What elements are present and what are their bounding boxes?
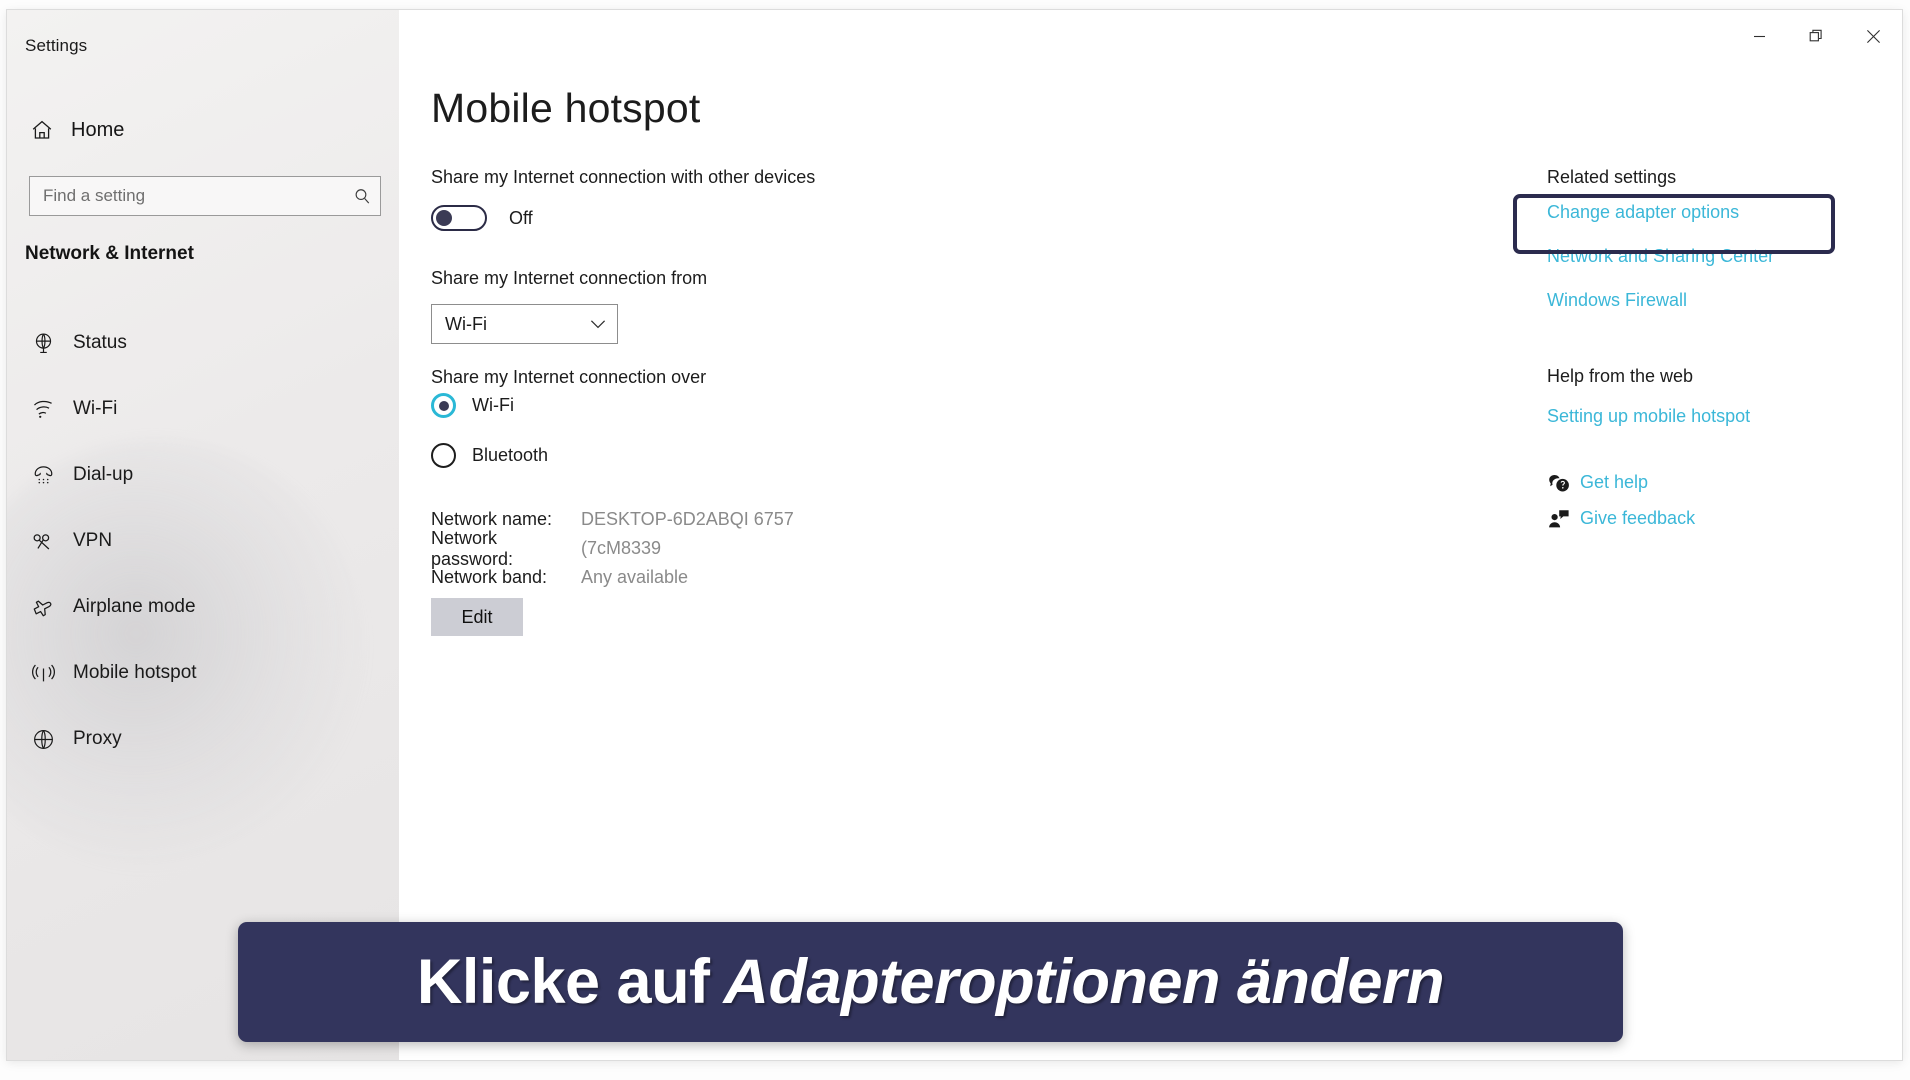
dialup-phone-icon bbox=[21, 463, 65, 488]
share-from-label: Share my Internet connection from bbox=[431, 268, 708, 288]
main-content: Mobile hotspot Share my Internet connect… bbox=[399, 10, 1902, 1060]
radio-option-wifi-label: Wi-Fi bbox=[472, 395, 514, 415]
airplane-icon bbox=[21, 595, 65, 620]
vpn-key-icon bbox=[21, 529, 65, 554]
sidebar-item-vpn-label: VPN bbox=[73, 530, 113, 551]
instruction-banner: Klicke auf Adapteroptionen ändern bbox=[238, 922, 1623, 1042]
radio-option-wifi[interactable]: Wi-Fi bbox=[431, 393, 514, 418]
link-get-help[interactable]: Get help bbox=[1542, 472, 1648, 493]
window-controls bbox=[1731, 10, 1902, 62]
sidebar-item-status-label: Status bbox=[73, 332, 127, 353]
minimize-icon[interactable] bbox=[1731, 10, 1788, 62]
detail-key: Network band: bbox=[431, 567, 548, 587]
screen: Settings Home Find a setting Network & I… bbox=[0, 0, 1910, 1080]
radio-option-bluetooth[interactable]: Bluetooth bbox=[431, 443, 548, 468]
chevron-down-icon bbox=[579, 319, 617, 330]
sidebar-item-home[interactable]: Home bbox=[21, 108, 373, 152]
sidebar-item-mobile-hotspot-label: Mobile hotspot bbox=[73, 662, 197, 683]
detail-value: Any available bbox=[581, 567, 689, 587]
radio-unselected-icon bbox=[431, 443, 456, 468]
sidebar-item-mobile-hotspot[interactable]: Mobile hotspot bbox=[7, 640, 399, 706]
link-give-feedback-label: Give feedback bbox=[1580, 508, 1696, 528]
sidebar-item-dialup[interactable]: Dial-up bbox=[7, 442, 399, 508]
sidebar-item-proxy-label: Proxy bbox=[73, 728, 122, 749]
radio-option-bluetooth-label: Bluetooth bbox=[472, 445, 549, 465]
link-windows-firewall[interactable]: Windows Firewall bbox=[1547, 290, 1687, 311]
close-icon[interactable] bbox=[1845, 10, 1902, 62]
sidebar-item-dialup-label: Dial-up bbox=[73, 464, 134, 485]
radio-selected-icon bbox=[431, 393, 456, 418]
instruction-text: Klicke auf Adapteroptionen ändern bbox=[416, 946, 1445, 1018]
detail-row-network-password: Network password: (7cM8339 bbox=[431, 528, 794, 569]
search-box[interactable] bbox=[29, 176, 381, 216]
share-from-value: Wi-Fi bbox=[445, 313, 487, 334]
sidebar-item-home-label: Home bbox=[71, 118, 125, 141]
home-icon bbox=[21, 118, 63, 142]
link-setting-up-mobile-hotspot[interactable]: Setting up mobile hotspot bbox=[1547, 406, 1750, 427]
edit-button[interactable]: Edit bbox=[431, 598, 523, 636]
detail-value: DESKTOP-6D2ABQI 6757 bbox=[581, 509, 794, 529]
restore-icon[interactable] bbox=[1788, 10, 1845, 62]
sidebar-nav: Status Wi-Fi Dial-up VPN Airplane mode M… bbox=[7, 310, 399, 772]
instruction-emphasis: Adapteroptionen ändern bbox=[723, 947, 1445, 1017]
sidebar: Settings Home Find a setting Network & I… bbox=[7, 10, 400, 1060]
related-settings-heading: Related settings bbox=[1547, 167, 1677, 187]
search-input[interactable] bbox=[30, 186, 344, 206]
help-from-web-heading: Help from the web bbox=[1547, 366, 1694, 386]
detail-value: (7cM8339 bbox=[581, 538, 662, 558]
app-title: Settings bbox=[25, 36, 88, 55]
help-bubble-icon bbox=[1542, 473, 1576, 493]
sidebar-item-proxy[interactable]: Proxy bbox=[7, 706, 399, 772]
sidebar-item-wifi[interactable]: Wi-Fi bbox=[7, 376, 399, 442]
link-network-and-sharing-center[interactable]: Network and Sharing Center bbox=[1547, 246, 1774, 267]
link-give-feedback[interactable]: Give feedback bbox=[1542, 508, 1695, 529]
link-get-help-label: Get help bbox=[1580, 472, 1649, 492]
sidebar-item-vpn[interactable]: VPN bbox=[7, 508, 399, 574]
settings-window: Settings Home Find a setting Network & I… bbox=[7, 10, 1902, 1060]
share-over-label: Share my Internet connection over bbox=[431, 367, 707, 387]
page-title: Mobile hotspot bbox=[431, 85, 701, 131]
globe-status-icon bbox=[21, 331, 65, 356]
sidebar-item-airplane-mode[interactable]: Airplane mode bbox=[7, 574, 399, 640]
search-icon bbox=[344, 187, 380, 206]
globe-icon bbox=[21, 727, 65, 752]
hotspot-antenna-icon bbox=[21, 661, 65, 686]
sidebar-item-airplane-mode-label: Airplane mode bbox=[73, 596, 196, 617]
network-details: Network name: DESKTOP-6D2ABQI 6757 Netwo… bbox=[431, 505, 794, 592]
share-from-dropdown[interactable]: Wi-Fi bbox=[431, 304, 618, 344]
sidebar-item-status[interactable]: Status bbox=[7, 310, 399, 376]
instruction-prefix: Klicke auf bbox=[416, 947, 710, 1017]
share-internet-toggle[interactable] bbox=[431, 205, 487, 231]
toggle-knob bbox=[436, 210, 452, 226]
sidebar-item-wifi-label: Wi-Fi bbox=[73, 398, 118, 419]
wifi-icon bbox=[21, 397, 65, 422]
sidebar-section-title: Network & Internet bbox=[25, 243, 194, 264]
feedback-person-icon bbox=[1542, 509, 1576, 529]
share-toggle-state: Off bbox=[509, 207, 533, 228]
link-change-adapter-options[interactable]: Change adapter options bbox=[1547, 202, 1739, 223]
share-toggle-label: Share my Internet connection with other … bbox=[431, 167, 816, 187]
detail-row-network-band: Network band: Any available bbox=[431, 563, 794, 592]
share-toggle-row: Off bbox=[431, 205, 533, 231]
detail-key: Network password: bbox=[431, 527, 514, 569]
